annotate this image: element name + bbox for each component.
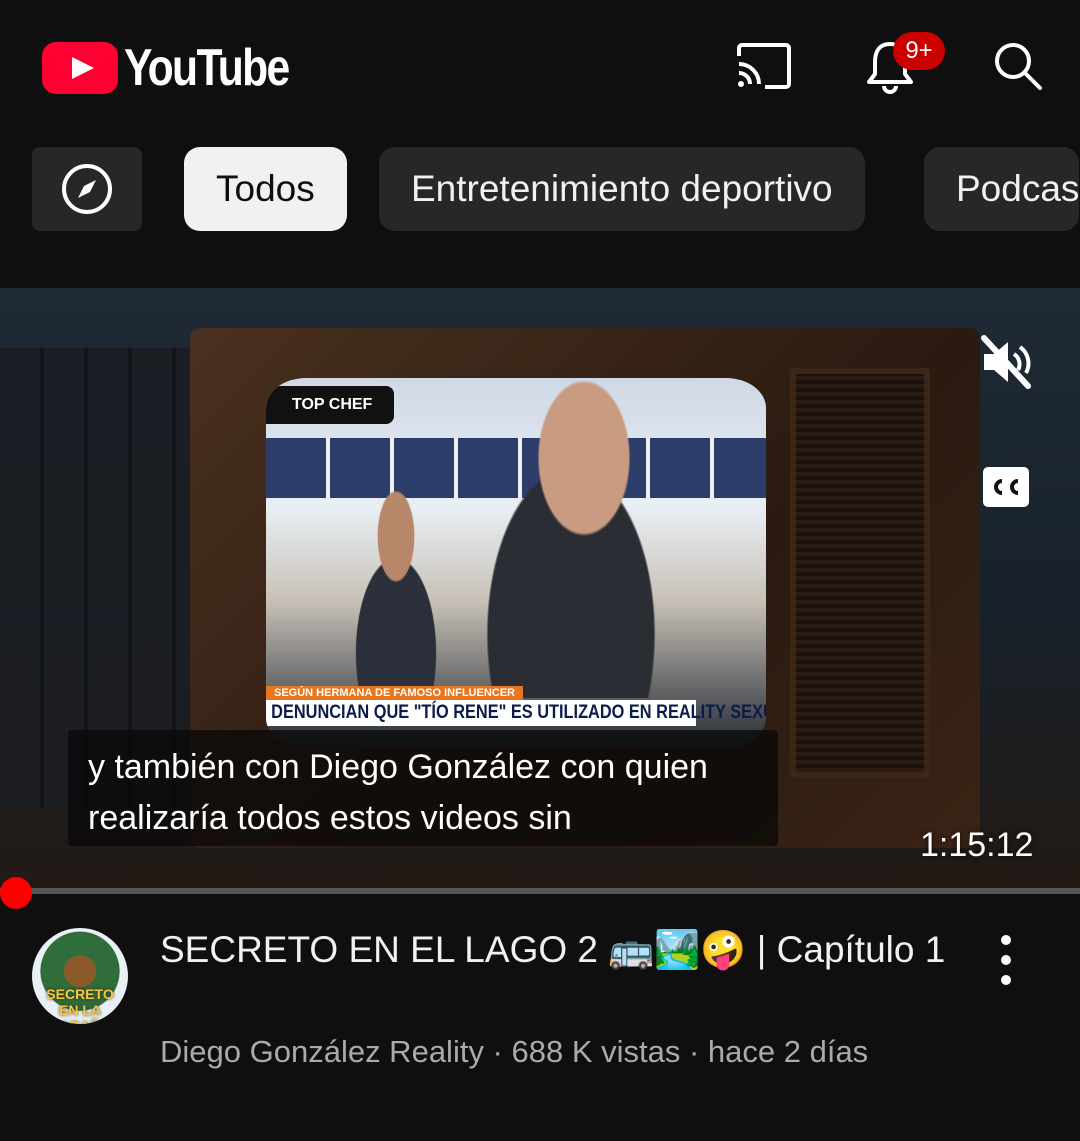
- video-tv-speaker: [790, 368, 930, 778]
- channel-avatar-text: SECRETO EN LA CABAÑA: [46, 986, 114, 1024]
- closed-captions-icon: [983, 467, 1029, 507]
- more-vert-icon: [1001, 935, 1011, 985]
- notification-count-badge: 9+: [893, 32, 945, 70]
- logo-text: YouTube: [124, 39, 290, 97]
- cast-icon: [737, 43, 791, 89]
- video-tv-screen: TOP CHEF SEGÚN HERMANA DE FAMOSO INFLUEN…: [266, 378, 766, 748]
- search-icon: [995, 43, 1042, 90]
- progress-scrubber[interactable]: [0, 877, 32, 909]
- video-metadata: Diego González Reality · 688 K vistas · …: [160, 1034, 869, 1069]
- chip-entretenimiento-deportivo[interactable]: Entretenimiento deportivo: [379, 147, 865, 231]
- progress-bar[interactable]: [0, 888, 1080, 894]
- youtube-play-logo-icon: [42, 42, 118, 94]
- explore-button[interactable]: [32, 147, 142, 231]
- chip-todos[interactable]: Todos: [184, 147, 347, 231]
- video-duration: 1:15:12: [920, 826, 1034, 864]
- caption-line-2: realizaría todos estos videos sin: [88, 799, 572, 837]
- captions-button[interactable]: [982, 466, 1030, 508]
- chip-podcasts[interactable]: Podcas: [924, 147, 1080, 231]
- mute-button[interactable]: [976, 332, 1036, 392]
- more-options-button[interactable]: [986, 932, 1026, 988]
- volume-muted-icon: [981, 335, 1031, 389]
- top-app-bar: YouTube 9+: [0, 0, 1080, 130]
- video-scene-person: [441, 378, 701, 698]
- show-logo: TOP CHEF: [266, 386, 394, 424]
- video-player[interactable]: TOP CHEF SEGÚN HERMANA DE FAMOSO INFLUEN…: [0, 288, 1080, 892]
- caption-line-1: y también con Diego González con quien: [88, 748, 708, 786]
- youtube-logo[interactable]: YouTube: [42, 38, 325, 98]
- cast-button[interactable]: [732, 34, 796, 98]
- compass-icon: [62, 164, 112, 214]
- lower-third-main: DENUNCIAN QUE "TÍO RENE" ES UTILIZADO EN…: [266, 700, 766, 726]
- lower-third-top: SEGÚN HERMANA DE FAMOSO INFLUENCER: [266, 686, 523, 700]
- captions-box: y también con Diego González con quien r…: [68, 730, 778, 846]
- video-title[interactable]: SECRETO EN EL LAGO 2 🚌🏞️🤪 | Capítulo 1: [160, 926, 950, 973]
- filter-chips-bar: Todos Entretenimiento deportivo Podcas: [0, 147, 1080, 231]
- video-info[interactable]: SECRETO EN LA CABAÑA SECRETO EN EL LAGO …: [0, 910, 1080, 1090]
- channel-avatar[interactable]: SECRETO EN LA CABAÑA: [32, 928, 128, 1024]
- search-button[interactable]: [986, 34, 1050, 98]
